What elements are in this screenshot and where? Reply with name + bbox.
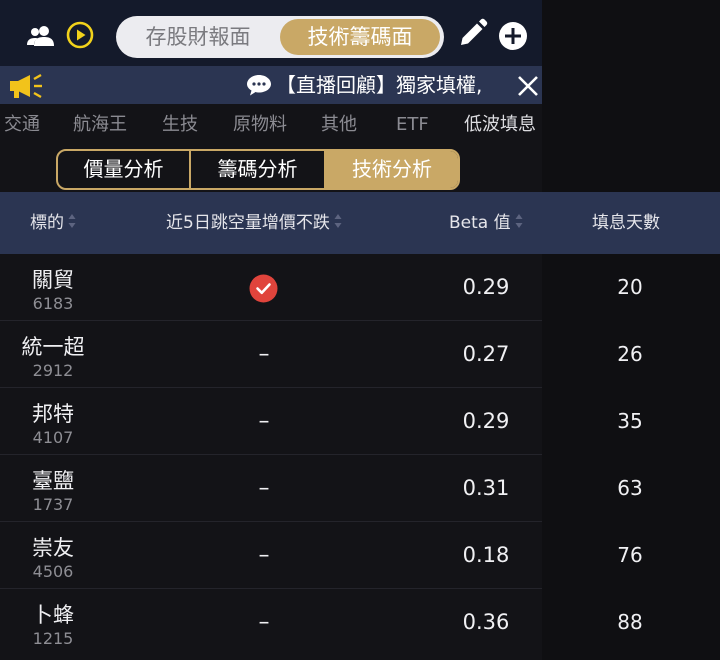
stock-code: 6183 [32,294,74,313]
gap-up-value: – [258,342,270,367]
table-row[interactable]: 卜蜂 1215 – 0.36 88 [0,589,720,656]
stock-name: 臺鹽 [32,469,74,493]
gap-up-value: – [258,409,270,434]
tab-technical-chips[interactable]: 技術籌碼面 [280,19,440,55]
stock-name: 邦特 [32,402,74,426]
stock-code: 4506 [32,562,74,581]
column-header-beta[interactable]: Beta 值 [449,192,523,254]
table-row[interactable]: 崇友 4506 – 0.18 76 [0,522,720,589]
beta-value: 0.29 [462,275,510,299]
table-header: 標的 近5日跳空量增價不跌 Beta 值 填息天數 [0,192,720,254]
column-header-gap-up[interactable]: 近5日跳空量增價不跌 [166,192,342,254]
table-row[interactable]: 統一超 2912 – 0.27 26 [0,321,720,388]
tab-chips[interactable]: 籌碼分析 [191,151,326,188]
announcement-bar[interactable]: 【直播回顧】獨家填權, [0,66,542,104]
chat-bubble-icon [247,75,271,96]
close-icon[interactable] [516,74,540,98]
tab-stock-financials[interactable]: 存股財報面 [116,16,280,58]
sort-icon [515,214,523,228]
stock-code: 2912 [32,361,74,380]
announcement-text[interactable]: 【直播回顧】獨家填權, [276,66,512,104]
table-row[interactable]: 關貿 6183 0.29 20 [0,254,720,321]
top-bar: 存股財報面 技術籌碼面 [0,0,542,66]
beta-value: 0.31 [462,476,510,500]
beta-value: 0.36 [462,610,510,634]
table-row[interactable]: 臺鹽 1737 – 0.31 63 [0,455,720,522]
fill-days-value: 63 [617,476,643,500]
category-tab-biotech[interactable]: 生技 [162,104,198,146]
fill-days-value: 20 [617,275,643,299]
category-tab-raw-materials[interactable]: 原物料 [233,104,287,146]
fill-days-value: 35 [617,409,643,433]
plus-circle-icon[interactable] [498,21,528,51]
tab-technical[interactable]: 技術分析 [326,151,458,188]
column-header-stock-label: 標的 [30,213,64,233]
category-tabs: 交通 航海王 生技 原物料 其他 ETF 低波填息 [0,104,542,146]
beta-value: 0.29 [462,409,510,433]
column-header-fill-days: 填息天數 [592,192,660,254]
fill-days-value: 26 [617,342,643,366]
stock-name: 關貿 [32,268,74,292]
stock-name: 卜蜂 [32,603,74,627]
stock-code: 4107 [32,428,74,447]
category-tab-others[interactable]: 其他 [321,104,357,146]
stock-code: 1215 [32,629,74,648]
category-tab-etf[interactable]: ETF [396,104,429,146]
sort-icon [68,214,76,228]
column-header-gap-up-label: 近5日跳空量增價不跌 [166,213,330,233]
gap-up-value: – [258,476,270,501]
megaphone-icon [10,73,42,99]
view-mode-switch: 存股財報面 技術籌碼面 [116,16,444,58]
analysis-tabs: 價量分析 籌碼分析 技術分析 [56,149,460,190]
stock-code: 1737 [32,495,74,514]
category-tab-transport[interactable]: 交通 [4,104,40,146]
tab-price-volume[interactable]: 價量分析 [58,151,191,188]
table-row[interactable]: 邦特 4107 – 0.29 35 [0,388,720,455]
pencil-icon[interactable] [456,18,488,50]
fill-days-value: 76 [617,543,643,567]
category-tab-shipping[interactable]: 航海王 [73,104,127,146]
column-header-beta-label: Beta 值 [449,213,511,233]
stock-name: 崇友 [32,536,74,560]
gap-up-value: – [258,610,270,635]
gap-up-value: – [258,543,270,568]
category-tab-low-volatility[interactable]: 低波填息 [464,104,536,146]
sort-icon [334,214,342,228]
column-header-stock[interactable]: 標的 [30,192,76,254]
beta-value: 0.27 [462,342,510,366]
check-icon [249,274,278,303]
fill-days-value: 88 [617,610,643,634]
stock-name: 統一超 [21,335,85,359]
column-header-fill-days-label: 填息天數 [592,213,660,233]
users-icon[interactable] [26,24,56,48]
beta-value: 0.18 [462,543,510,567]
play-icon[interactable] [66,21,94,49]
